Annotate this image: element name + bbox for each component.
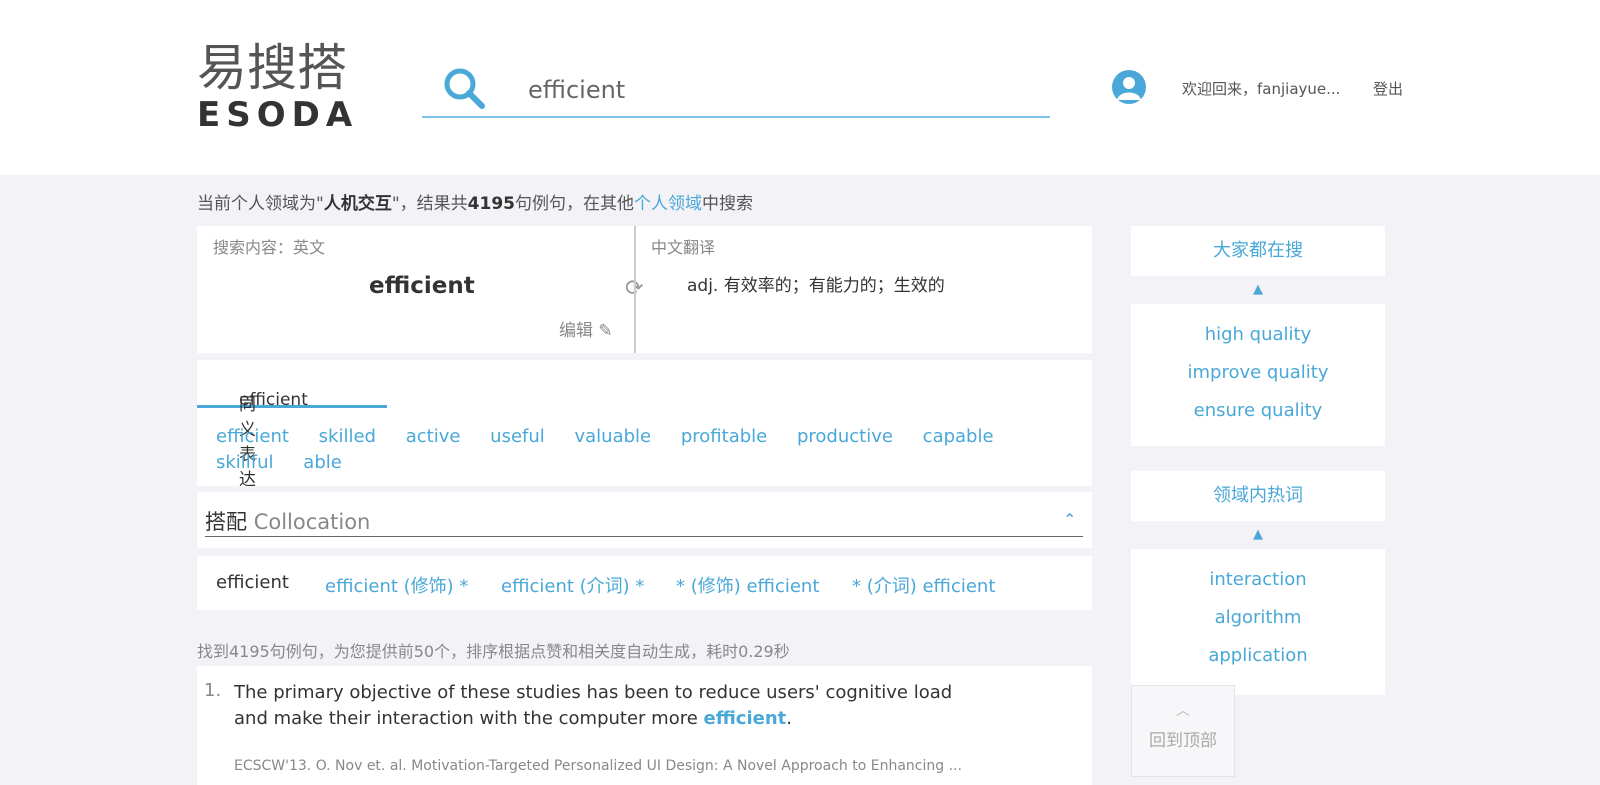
chevron-up-icon[interactable]: ▲ — [1131, 521, 1385, 549]
synonym-link[interactable]: able — [303, 452, 342, 473]
search-input[interactable] — [528, 72, 1028, 108]
coltab[interactable]: * (修饰) efficient — [676, 572, 819, 598]
avatar[interactable] — [1112, 70, 1146, 104]
synonym-link[interactable]: efficient — [216, 426, 289, 447]
synonyms-panel: efficient 同义表达 efficient skilled active … — [197, 360, 1092, 490]
collocation-header[interactable]: 搭配 Collocation ⌃ — [197, 492, 1092, 548]
info-suffix: 中搜索 — [701, 194, 753, 214]
edit-label: 编辑 — [559, 321, 593, 341]
result-count: 4195 — [467, 194, 515, 214]
chevron-up-icon: ︿ — [1176, 703, 1190, 719]
example-item: 1. The primary objective of these studie… — [197, 666, 1092, 785]
collocation-underline — [205, 536, 1083, 537]
search-icon[interactable] — [442, 66, 486, 110]
domain-hot-words: 领域内热词 ▲ interaction algorithm applicatio… — [1131, 471, 1385, 696]
hot-item[interactable]: algorithm — [1131, 599, 1385, 637]
hot-list: interaction algorithm application — [1131, 549, 1385, 695]
example-source[interactable]: ECSCW'13. O. Nov et. al. Motivation-Targ… — [234, 758, 962, 774]
chevron-up-icon[interactable]: ⌃ — [1063, 510, 1076, 529]
other-domain-link[interactable]: 个人领域 — [634, 194, 702, 214]
popular-item[interactable]: improve quality — [1131, 354, 1385, 392]
logo-chinese: 易搜搭 — [197, 39, 347, 97]
edit-button[interactable]: 编辑 ✎ — [559, 316, 613, 341]
search-bar — [422, 60, 1050, 118]
info-mid2: 句例句，在其他 — [514, 194, 634, 214]
tab-synonyms[interactable]: efficient 同义表达 — [197, 360, 387, 490]
example-text: The primary objective of these studies h… — [234, 682, 953, 729]
logout-link[interactable]: 登出 — [1373, 78, 1403, 99]
divider — [634, 226, 636, 353]
info-prefix: 当前个人领域为" — [197, 194, 324, 214]
synonym-link[interactable]: active — [406, 426, 461, 447]
example-sentence: The primary objective of these studies h… — [234, 680, 954, 732]
synonym-link[interactable]: skillful — [216, 452, 274, 473]
synonym-link[interactable]: valuable — [575, 426, 652, 447]
synonym-list: efficient skilled active useful valuable… — [216, 424, 1056, 476]
info-mid: "，结果共 — [391, 194, 468, 214]
back-to-top-button[interactable]: ︿ 回到顶部 — [1131, 685, 1235, 777]
collocation-tabs: efficient efficient (修饰) * efficient (介词… — [197, 556, 1092, 610]
example-number: 1. — [204, 680, 222, 701]
welcome-text: 欢迎回来，fanjiayue... — [1182, 80, 1341, 98]
results-summary: 找到4195句例句，为您提供前50个，排序根据点赞和相关度自动生成，耗时0.29… — [197, 642, 790, 661]
hot-item[interactable]: interaction — [1131, 561, 1385, 599]
search-content-panel: 搜索内容：英文 efficient ⟳ 编辑 ✎ 中文翻译 adj. 有效率的；… — [197, 226, 1092, 353]
translation-text: adj. 有效率的；有能力的；生效的 — [687, 276, 945, 296]
logo-english: ESODA — [197, 95, 359, 135]
coltab[interactable]: efficient (修饰) * — [325, 572, 468, 598]
collocation-title-cn: 搭配 — [205, 510, 247, 534]
pencil-icon: ✎ — [598, 321, 613, 341]
synonym-link[interactable]: capable — [923, 426, 994, 447]
back-to-top-label: 回到顶部 — [1149, 731, 1217, 751]
hot-title: 领域内热词 — [1131, 471, 1385, 521]
search-word: efficient — [369, 273, 475, 299]
synonym-link[interactable]: productive — [797, 426, 893, 447]
coltab[interactable]: efficient (介词) * — [501, 572, 644, 598]
popular-title: 大家都在搜 — [1131, 226, 1385, 276]
collocation-title-en: Collocation — [253, 510, 371, 534]
synonym-link[interactable]: useful — [490, 426, 545, 447]
coltab-active[interactable]: efficient — [216, 572, 289, 593]
header: 易搜搭 ESODA 欢迎回来，fanjiayue... 登出 — [0, 0, 1600, 175]
popular-item[interactable]: high quality — [1131, 316, 1385, 354]
example-text-end: . — [786, 708, 792, 729]
search-content-label: 搜索内容：英文 — [213, 238, 326, 257]
popular-list: high quality improve quality ensure qual… — [1131, 304, 1385, 446]
collocation-title: 搭配 Collocation — [205, 506, 370, 536]
user-icon — [1117, 77, 1141, 100]
popular-searches: 大家都在搜 ▲ high quality improve quality ens… — [1131, 226, 1385, 451]
coltab[interactable]: * (介词) efficient — [852, 572, 995, 598]
example-highlight: efficient — [703, 708, 787, 729]
logo[interactable]: 易搜搭 ESODA — [197, 40, 372, 132]
translation-label: 中文翻译 — [651, 238, 716, 257]
domain-info: 当前个人领域为"人机交互"，结果共4195句例句，在其他个人领域中搜索 — [197, 189, 753, 214]
hot-item[interactable]: application — [1131, 637, 1385, 675]
current-domain: 人机交互 — [323, 194, 392, 214]
synonym-link[interactable]: skilled — [319, 426, 376, 447]
synonym-link[interactable]: profitable — [681, 426, 767, 447]
popular-item[interactable]: ensure quality — [1131, 392, 1385, 430]
chevron-up-icon[interactable]: ▲ — [1131, 276, 1385, 304]
